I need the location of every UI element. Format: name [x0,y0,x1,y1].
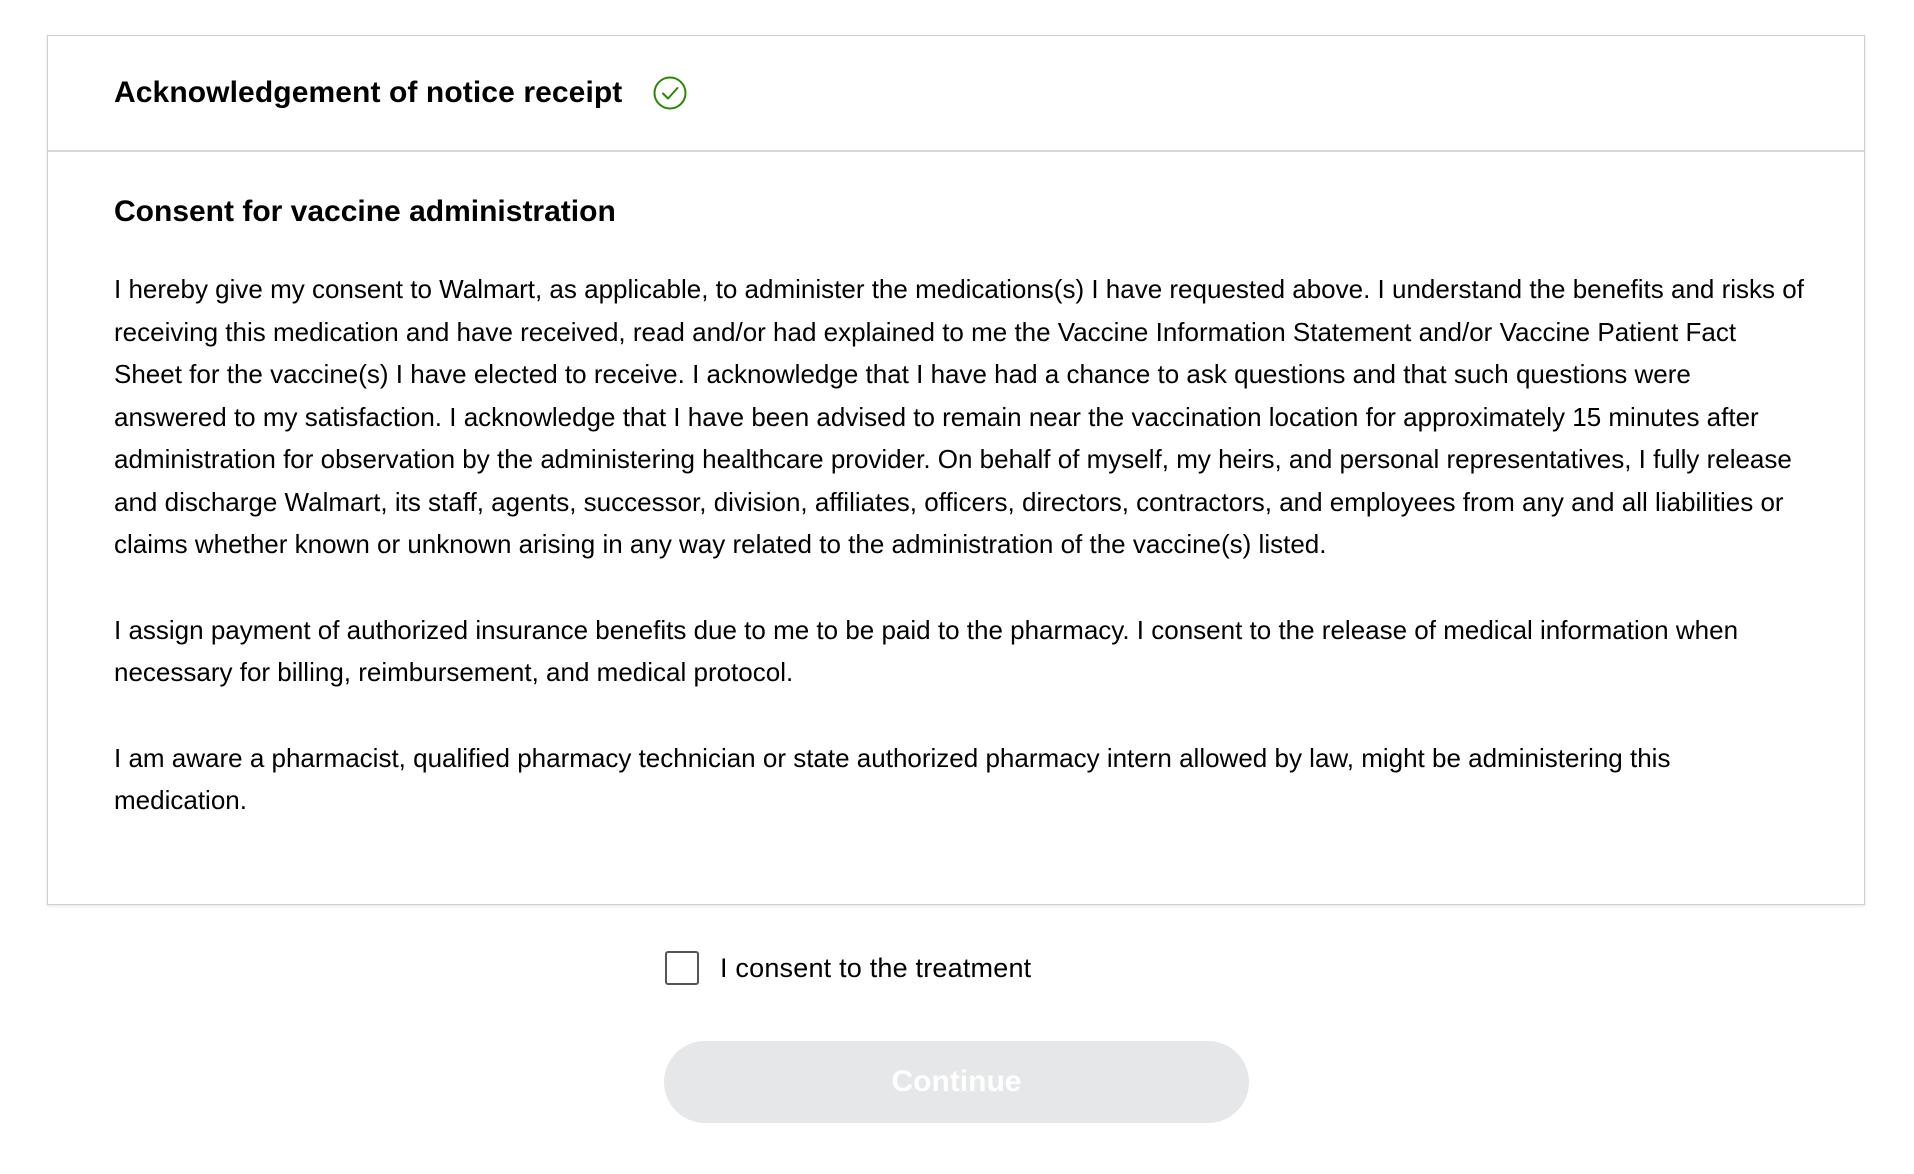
acknowledgement-title: Acknowledgement of notice receipt [114,76,623,109]
consent-paragraph: I hereby give my consent to Walmart, as … [114,274,1804,559]
consent-checkbox-label[interactable]: I consent to the treatment [720,953,1031,984]
consent-paragraph: I am aware a pharmacist, qualified pharm… [114,742,1671,816]
continue-button[interactable]: Continue [664,1041,1249,1123]
consent-page: Acknowledgement of notice receipt Consen… [0,0,1914,1174]
consent-card: Acknowledgement of notice receipt Consen… [47,35,1865,905]
consent-paragraph: I assign payment of authorized insurance… [114,614,1739,688]
check-circle-icon [652,75,688,111]
consent-checkbox-row[interactable]: I consent to the treatment [665,951,1031,985]
consent-checkbox[interactable] [665,951,699,985]
consent-section: Consent for vaccine administration I her… [48,152,1864,822]
acknowledgement-section: Acknowledgement of notice receipt [48,36,1864,152]
consent-title: Consent for vaccine administration [114,195,616,228]
